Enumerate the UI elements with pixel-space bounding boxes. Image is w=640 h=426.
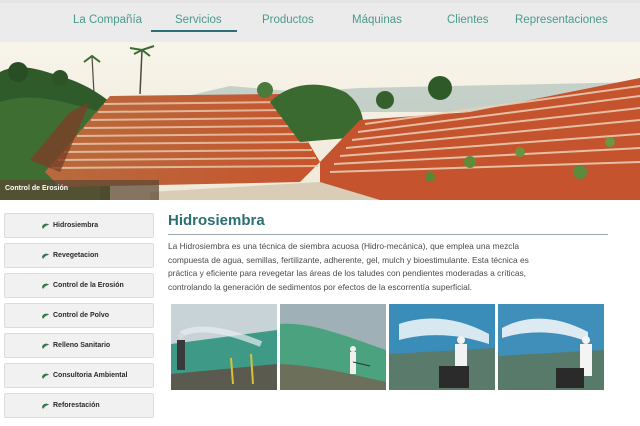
sidebar-item-label: Control de la Erosión xyxy=(53,282,124,289)
sidebar-item-label: Revegetacion xyxy=(53,252,99,259)
description-line: La Hidrosiembra es una técnica de siembr… xyxy=(168,241,519,251)
gallery-photo[interactable] xyxy=(389,304,495,390)
leaf-icon xyxy=(42,283,49,289)
top-strip xyxy=(0,0,640,3)
nav-item-servicios[interactable]: Servicios xyxy=(175,14,222,26)
nav-item-representaciones[interactable]: Representaciones xyxy=(515,14,608,26)
gallery-photo[interactable] xyxy=(280,304,386,390)
leaf-icon xyxy=(42,403,49,409)
page-title: Hidrosiembra xyxy=(168,212,265,229)
sidebar-item-label: Reforestación xyxy=(53,402,100,409)
photo-gallery xyxy=(171,304,607,392)
sidebar-item-reforestacion[interactable]: Reforestación xyxy=(4,393,154,418)
sidebar-item-label: Relleno Sanitario xyxy=(53,342,111,349)
nav-item-la-compania[interactable]: La Compañía xyxy=(73,14,142,26)
nav-item-clientes[interactable]: Clientes xyxy=(447,14,489,26)
leaf-icon xyxy=(42,373,49,379)
title-divider xyxy=(168,234,608,235)
description-line: controlando la generación de sedimentos … xyxy=(168,282,473,293)
leaf-icon xyxy=(42,223,49,229)
top-navigation-bar: La Compañía Servicios Productos Máquinas… xyxy=(0,0,640,42)
sidebar-item-label: Control de Polvo xyxy=(53,312,109,319)
sidebar-item-hidrosiembra[interactable]: Hidrosiembra xyxy=(4,213,154,238)
leaf-icon xyxy=(42,313,49,319)
nav-item-maquinas[interactable]: Máquinas xyxy=(352,14,402,26)
hero-caption-text: Control de Erosión xyxy=(5,185,68,192)
sidebar-item-revegetacion[interactable]: Revegetacion xyxy=(4,243,154,268)
hero-landscape-image xyxy=(0,42,640,200)
nav-item-productos[interactable]: Productos xyxy=(262,14,314,26)
sidebar-item-label: Consultoria Ambiental xyxy=(53,372,128,379)
leaf-icon xyxy=(42,253,49,259)
leaf-icon xyxy=(42,343,49,349)
gallery-photo[interactable] xyxy=(171,304,277,390)
photo-hydroseeder-spray xyxy=(389,304,495,390)
sidebar-item-control-erosion[interactable]: Control de la Erosión xyxy=(4,273,154,298)
gallery-photo[interactable] xyxy=(498,304,604,390)
sidebar-item-relleno-sanitario[interactable]: Relleno Sanitario xyxy=(4,333,154,358)
sidebar-item-control-polvo[interactable]: Control de Polvo xyxy=(4,303,154,328)
sidebar-item-consultoria-ambiental[interactable]: Consultoria Ambiental xyxy=(4,363,154,388)
photo-worker-spraying-slope xyxy=(171,304,277,390)
photo-worker-on-green-slope xyxy=(280,304,386,390)
main-nav: La Compañía Servicios Productos Máquinas… xyxy=(0,14,640,34)
description-line: práctica y eficiente para revegetar las … xyxy=(168,268,526,279)
description-line: compuesta de agua, semillas, fertilizant… xyxy=(168,254,529,265)
photo-hydroseeder-spray-operator xyxy=(498,304,604,390)
nav-active-indicator xyxy=(151,30,237,32)
sidebar-item-label: Hidrosiembra xyxy=(53,222,99,229)
hero-caption: Control de Erosión xyxy=(0,180,159,200)
hero-banner: Control de Erosión xyxy=(0,42,640,200)
service-description: La Hidrosiembra es una técnica de siembr… xyxy=(168,240,608,295)
